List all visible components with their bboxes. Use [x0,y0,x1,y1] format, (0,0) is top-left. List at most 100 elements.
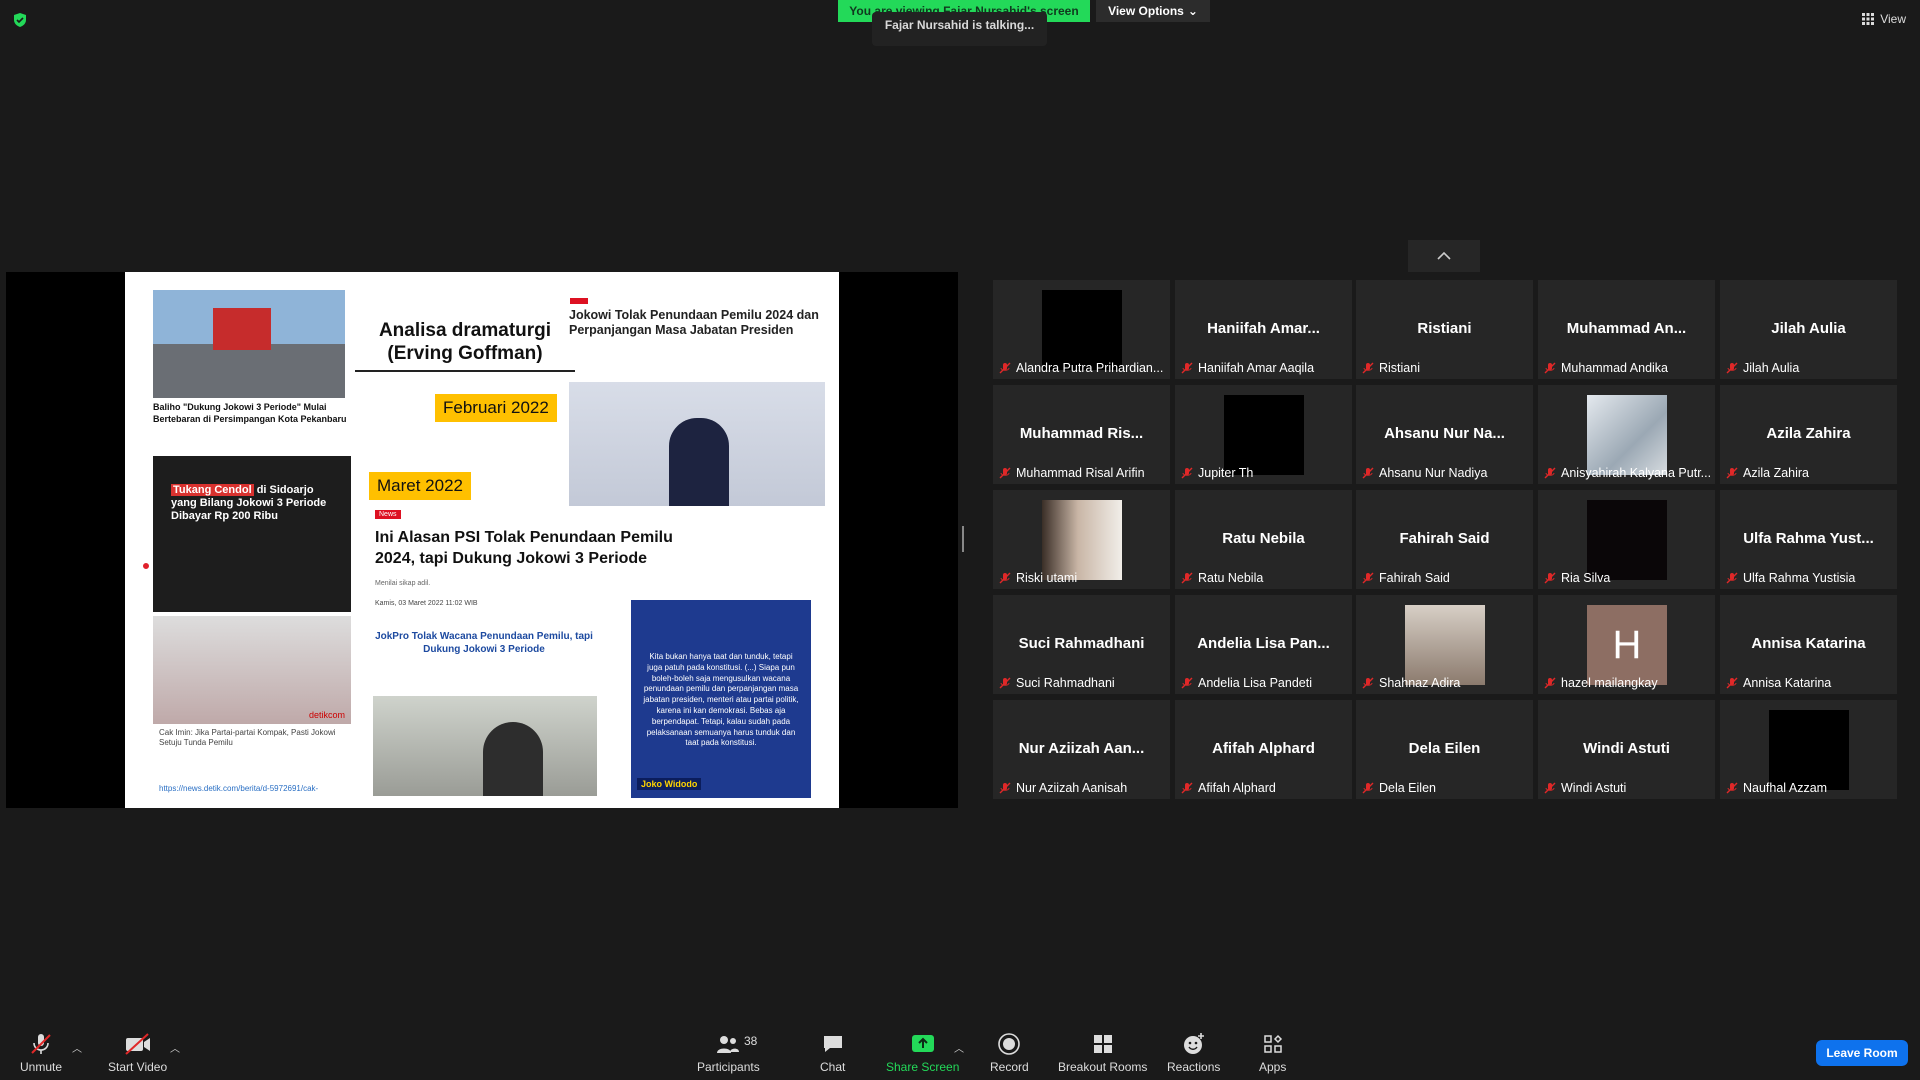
reactions-icon [1183,1033,1204,1054]
participant-name-bar: Dela Eilen [1362,781,1529,795]
share-screen-label: Share Screen [886,1060,960,1074]
microphone-muted-icon [31,1034,51,1054]
start-video-button[interactable]: Start Video [108,1032,167,1074]
participant-tile[interactable]: Ahsanu Nur Na... Ahsanu Nur Nadiya [1356,385,1533,484]
participant-video [1405,605,1485,685]
chevron-up-icon [1437,251,1451,260]
muted-mic-icon [1362,362,1374,374]
participant-name-bar: Andelia Lisa Pandeti [1181,676,1348,690]
view-layout-button[interactable]: View [1862,12,1906,26]
participant-name-bar: Ulfa Rahma Yustisia [1726,571,1893,585]
participant-tile[interactable]: Hhazel mailangkay [1538,595,1715,694]
unmute-label: Unmute [20,1060,63,1074]
muted-mic-icon [1362,677,1374,689]
participant-tile[interactable]: Jilah Aulia Jilah Aulia [1720,280,1897,379]
participant-name: Ratu Nebila [1198,571,1264,585]
participant-tile[interactable]: Ratu Nebila Ratu Nebila [1175,490,1352,589]
participant-tile[interactable]: Andelia Lisa Pan... Andelia Lisa Pandeti [1175,595,1352,694]
jokpro-photo [373,696,597,796]
jokowi-photo [569,382,825,506]
participant-tile[interactable]: Anisyahirah Kalyana Putr... [1538,385,1715,484]
reactions-button[interactable]: Reactions [1167,1032,1220,1074]
breakout-rooms-button[interactable]: Breakout Rooms [1058,1032,1147,1074]
participant-tile[interactable]: Shahnaz Adira [1356,595,1533,694]
record-label: Record [990,1060,1029,1074]
participant-tile[interactable]: Muhammad Ris... Muhammad Risal Arifin [993,385,1170,484]
participant-tile[interactable]: Riski utami [993,490,1170,589]
participant-display-name: Suci Rahmadhani [1018,635,1145,652]
quote-author: Joko Widodo [637,778,702,790]
participant-display-name: Afifah Alphard [1212,740,1315,757]
participant-display-name: Muhammad An... [1566,320,1687,337]
participant-tile[interactable]: Nur Aziizah Aan... Nur Aziizah Aanisah [993,700,1170,799]
share-screen-icon [911,1035,934,1052]
muted-mic-icon [1544,362,1556,374]
participant-display-name: Ristiani [1417,320,1472,337]
participant-display-name: Ratu Nebila [1222,530,1305,547]
participant-name: Shahnaz Adira [1379,676,1461,690]
chat-button[interactable]: Chat [820,1032,845,1074]
muted-mic-icon [1726,362,1738,374]
participant-name-bar: Muhammad Risal Arifin [999,466,1166,480]
participant-tile[interactable]: Haniifah Amar... Haniifah Amar Aaqila [1175,280,1352,379]
video-options-caret[interactable]: ︿ [170,1040,180,1055]
cak-imin-caption: Cak Imin: Jika Partai-partai Kompak, Pas… [159,728,336,748]
muted-mic-icon [999,677,1011,689]
participant-tile[interactable]: Muhammad An... Muhammad Andika [1538,280,1715,379]
participant-name: Ria Silva [1561,571,1611,585]
muted-mic-icon [1544,572,1556,584]
participant-name-bar: Haniifah Amar Aaqila [1181,361,1348,375]
muted-mic-icon [1181,782,1193,794]
muted-mic-icon [1181,467,1193,479]
participant-tile[interactable]: Naufhal Azzam [1720,700,1897,799]
participant-name-bar: Ratu Nebila [1181,571,1348,585]
participant-avatar-initial: H [1587,605,1667,685]
split-resize-handle[interactable] [962,526,964,552]
participant-name: Ristiani [1379,361,1420,375]
collapse-gallery-button[interactable] [1408,240,1480,272]
news-tag: News [375,510,401,519]
headline-jokpro: JokPro Tolak Wacana Penundaan Pemilu, ta… [375,631,593,655]
participant-tile[interactable]: Ristiani Ristiani [1356,280,1533,379]
audio-options-caret[interactable]: ︿ [72,1040,82,1055]
participant-video [1587,500,1667,580]
label-march: Maret 2022 [369,472,471,500]
participant-name: Riski utami [1016,571,1078,585]
participant-name: Azila Zahira [1743,466,1809,480]
participant-tile[interactable]: Windi Astuti Windi Astuti [1538,700,1715,799]
participant-video [1769,710,1849,790]
participant-tile[interactable]: Annisa Katarina Annisa Katarina [1720,595,1897,694]
participant-name-bar: Annisa Katarina [1726,676,1893,690]
record-button[interactable]: Record [990,1032,1029,1074]
muted-mic-icon [1726,677,1738,689]
participant-name: hazel mailangkay [1561,676,1658,690]
participant-name-bar: Fahirah Said [1362,571,1529,585]
leave-room-button[interactable]: Leave Room [1816,1040,1908,1066]
participant-tile[interactable]: Dela Eilen Dela Eilen [1356,700,1533,799]
participant-tile[interactable]: Alandra Putra Prihardian... [993,280,1170,379]
security-shield-icon[interactable] [12,12,28,28]
share-screen-button[interactable]: Share Screen [886,1032,959,1074]
share-options-caret[interactable]: ︿ [954,1040,964,1055]
participant-name-bar: Naufhal Azzam [1726,781,1893,795]
participant-name: Haniifah Amar Aaqila [1198,361,1315,375]
view-options-button[interactable]: View Options ⌄ [1096,0,1210,22]
muted-mic-icon [1181,362,1193,374]
participant-tile[interactable]: Jupiter Th [1175,385,1352,484]
participant-tile[interactable]: Azila Zahira Azila Zahira [1720,385,1897,484]
participant-tile[interactable]: Suci Rahmadhani Suci Rahmadhani [993,595,1170,694]
muted-mic-icon [1544,677,1556,689]
participant-tile[interactable]: Ria Silva [1538,490,1715,589]
grid-icon [1862,13,1875,25]
participant-name: Annisa Katarina [1743,676,1832,690]
participant-tile[interactable]: Ulfa Rahma Yust... Ulfa Rahma Yustisia [1720,490,1897,589]
unmute-button[interactable]: Unmute [20,1032,62,1074]
participant-display-name: Ulfa Rahma Yust... [1743,530,1874,547]
participant-tile[interactable]: Afifah Alphard Afifah Alphard [1175,700,1352,799]
participant-name: Suci Rahmadhani [1016,676,1115,690]
active-speaker-indicator: Fajar Nursahid is talking... [872,12,1047,46]
apps-button[interactable]: Apps [1259,1032,1286,1074]
muted-mic-icon [1362,572,1374,584]
participant-tile[interactable]: Fahirah Said Fahirah Said [1356,490,1533,589]
headline-jokowi-tolak: Jokowi Tolak Penundaan Pemilu 2024 dan P… [569,308,819,337]
